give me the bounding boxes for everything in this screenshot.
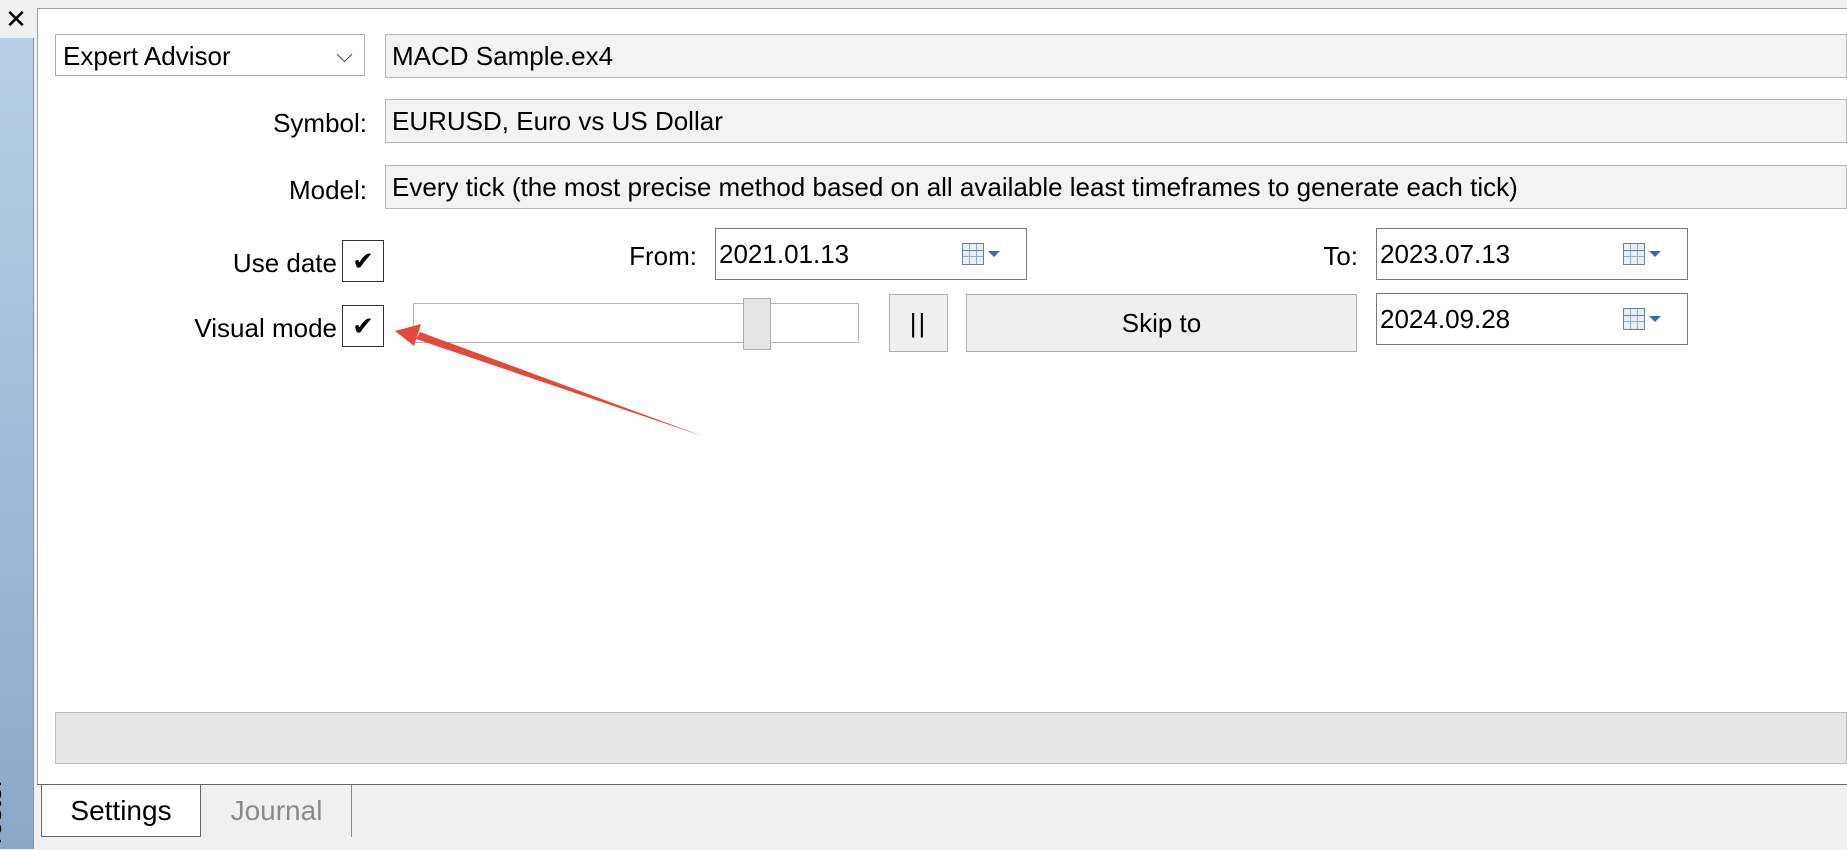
from-date-value: 2021.01.13 [719,239,850,269]
expert-file-field[interactable]: MACD Sample.ex4 [385,34,1847,78]
close-icon[interactable]: ✕ [3,6,29,32]
checkmark-icon: ✔ [352,311,374,341]
tester-tab-bar: Settings Journal [37,784,1847,850]
visual-mode-checkbox[interactable]: ✔ [342,305,384,347]
tab-journal[interactable]: Journal [202,785,352,837]
skip-to-button[interactable]: Skip to [966,294,1357,352]
program-type-value: Expert Advisor [63,41,231,71]
pause-button[interactable]: || [889,294,948,352]
program-type-dropdown[interactable]: Expert Advisor [55,34,365,76]
visual-speed-slider[interactable] [413,303,859,343]
from-label: From: [629,241,697,271]
chevron-down-icon [336,46,353,63]
dropdown-arrow-icon [1649,251,1661,257]
to-date-value: 2023.07.13 [1380,239,1511,269]
to-date-picker[interactable]: 2023.07.13 [1376,228,1688,280]
from-date-picker[interactable]: 2021.01.13 [715,228,1027,280]
checkmark-icon: ✔ [352,246,374,276]
visual-mode-label: Visual mode [194,313,337,343]
symbol-label: Symbol: [273,108,367,138]
calendar-icon [1623,243,1645,265]
dropdown-arrow-icon [988,251,1000,257]
calendar-icon [1623,308,1645,330]
use-date-label: Use date [232,248,337,278]
visual-speed-slider-thumb[interactable] [743,298,772,350]
to-label: To: [1323,241,1358,271]
test-progress-bar [55,712,1847,764]
model-field[interactable]: Every tick (the most precise method base… [385,165,1847,209]
model-label: Model: [288,175,367,205]
skip-to-date-picker[interactable]: 2024.09.28 [1376,293,1688,345]
skip-to-date-value: 2024.09.28 [1380,304,1511,334]
symbol-field[interactable]: EURUSD, Euro vs US Dollar [385,99,1847,143]
tester-side-strip[interactable]: Tester [0,38,34,849]
use-date-checkbox[interactable]: ✔ [342,240,384,282]
calendar-icon [962,243,984,265]
dropdown-arrow-icon [1649,316,1661,322]
tab-settings[interactable]: Settings [41,785,201,837]
